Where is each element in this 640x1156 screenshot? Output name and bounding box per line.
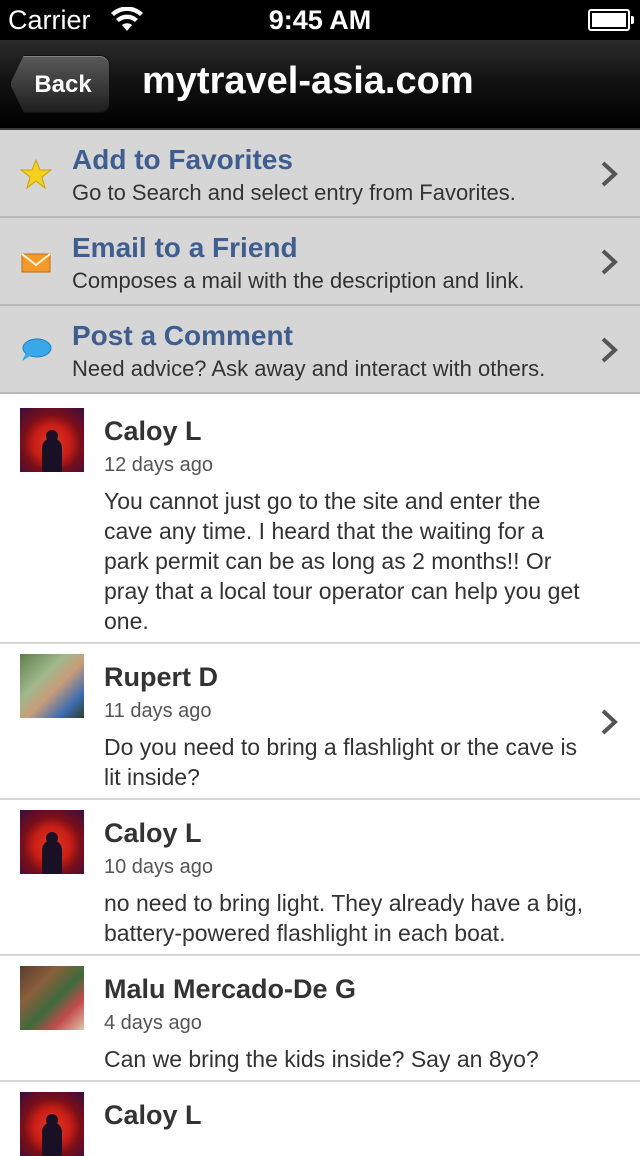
chevron-right-icon xyxy=(601,337,618,363)
chevron-right-icon xyxy=(601,161,618,187)
action-title: Post a Comment xyxy=(72,320,293,351)
star-icon xyxy=(20,158,52,190)
email-to-friend-row[interactable]: Email to a Friend Composes a mail with t… xyxy=(0,218,640,306)
comment-author: Caloy L xyxy=(104,1100,202,1130)
post-comment-row[interactable]: Post a Comment Need advice? Ask away and… xyxy=(0,306,640,394)
comment-item: Caloy L 12 days ago You cannot just go t… xyxy=(0,398,640,644)
comment-author: Caloy L xyxy=(104,416,202,446)
envelope-icon xyxy=(21,253,51,273)
comment-item: Caloy L 10 days ago no need to bring lig… xyxy=(0,800,640,956)
action-list: Add to Favorites Go to Search and select… xyxy=(0,130,640,394)
add-to-favorites-row[interactable]: Add to Favorites Go to Search and select… xyxy=(0,130,640,218)
speech-bubble-icon xyxy=(22,338,52,361)
comment-time: 10 days ago xyxy=(104,856,213,878)
comment-time: 4 days ago xyxy=(104,1012,202,1034)
comment-text: Can we bring the kids inside? Say an 8yo… xyxy=(104,1046,539,1072)
action-subtitle: Go to Search and select entry from Favor… xyxy=(72,180,516,205)
action-title: Add to Favorites xyxy=(72,144,293,175)
avatar xyxy=(20,654,84,718)
comment-item: Malu Mercado-De G 4 days ago Can we brin… xyxy=(0,956,640,1082)
comment-text: Do you need to bring a flashlight or the… xyxy=(104,734,578,790)
comment-item: Caloy L xyxy=(0,1082,640,1156)
comment-list: Caloy L 12 days ago You cannot just go t… xyxy=(0,398,640,1156)
avatar xyxy=(20,966,84,1030)
comment-text: no need to bring light. They already hav… xyxy=(104,890,584,946)
avatar xyxy=(20,408,84,472)
battery-icon xyxy=(588,9,634,31)
status-bar: Carrier 9:45 AM xyxy=(0,0,640,40)
comment-author: Caloy L xyxy=(104,818,202,848)
avatar xyxy=(20,810,84,874)
action-subtitle: Composes a mail with the description and… xyxy=(72,268,525,293)
comment-item[interactable]: Rupert D 11 days ago Do you need to brin… xyxy=(0,644,640,800)
comment-author: Malu Mercado-De G xyxy=(104,974,357,1004)
comment-time: 11 days ago xyxy=(104,700,212,722)
comment-time: 12 days ago xyxy=(104,454,213,476)
avatar xyxy=(20,1092,84,1156)
chevron-right-icon xyxy=(601,249,618,275)
comment-text: You cannot just go to the site and enter… xyxy=(104,488,580,634)
status-time: 9:45 AM xyxy=(268,5,372,35)
action-title: Email to a Friend xyxy=(72,232,298,263)
back-button[interactable]: Back xyxy=(10,55,110,113)
comment-author: Rupert D xyxy=(104,662,218,692)
action-subtitle: Need advice? Ask away and interact with … xyxy=(72,356,546,381)
page-title: mytravel-asia.com xyxy=(142,60,474,102)
chevron-right-icon xyxy=(601,709,618,735)
navigation-bar: Back mytravel-asia.com xyxy=(0,40,640,130)
